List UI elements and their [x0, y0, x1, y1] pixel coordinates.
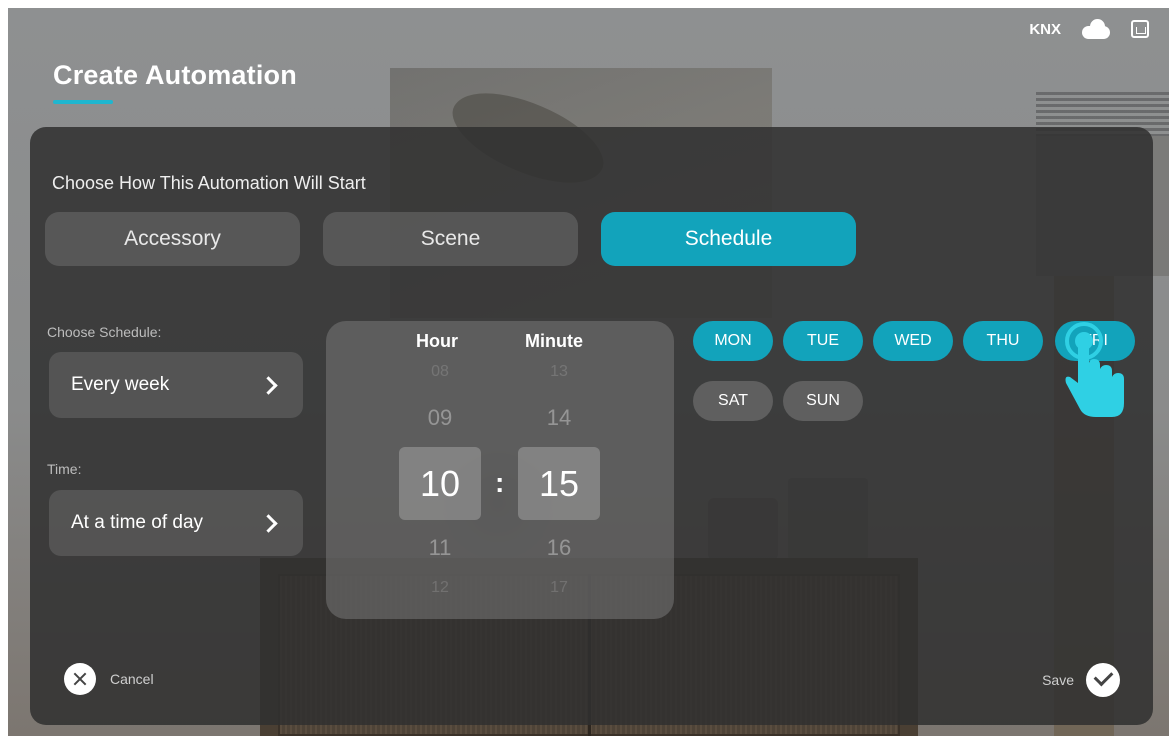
- time-separator: :: [495, 467, 505, 498]
- cancel-label: Cancel: [110, 671, 154, 687]
- day-mon[interactable]: MON: [693, 321, 773, 361]
- schedule-select[interactable]: Every week: [49, 352, 303, 418]
- schedule-label: Choose Schedule:: [47, 324, 162, 340]
- hour-option[interactable]: 12: [399, 579, 481, 597]
- time-select[interactable]: At a time of day: [49, 490, 303, 556]
- hour-selected[interactable]: 10: [399, 447, 481, 520]
- minute-option[interactable]: 14: [518, 405, 600, 431]
- minute-option[interactable]: 16: [518, 535, 600, 561]
- page-title: Create Automation: [53, 60, 297, 90]
- check-icon: [1086, 663, 1120, 697]
- hour-option[interactable]: 08: [399, 363, 481, 381]
- trigger-tabs: Accessory Scene Schedule: [45, 212, 856, 266]
- title-underline: [53, 100, 113, 104]
- schedule-value: Every week: [71, 374, 170, 395]
- hour-option[interactable]: 09: [399, 405, 481, 431]
- automation-panel: Choose How This Automation Will Start Ac…: [30, 127, 1153, 725]
- minute-option[interactable]: 17: [518, 579, 600, 597]
- day-sun[interactable]: SUN: [783, 381, 863, 421]
- cloud-icon: [1079, 18, 1113, 40]
- close-icon: [64, 663, 96, 695]
- chevron-right-icon: [259, 375, 278, 395]
- save-label: Save: [1042, 672, 1074, 688]
- tap-hand-icon: [1065, 322, 1124, 417]
- day-thu[interactable]: THU: [963, 321, 1043, 361]
- minute-header: Minute: [525, 331, 583, 351]
- time-value: At a time of day: [71, 512, 204, 533]
- chevron-right-icon: [259, 513, 278, 533]
- tab-scene[interactable]: Scene: [323, 212, 578, 266]
- tab-schedule[interactable]: Schedule: [601, 212, 856, 266]
- time-label: Time:: [47, 461, 82, 477]
- minute-option[interactable]: 13: [518, 363, 600, 381]
- day-tue[interactable]: TUE: [783, 321, 863, 361]
- status-bar: KNX: [1029, 18, 1149, 40]
- device-screen: KNX Create Automation Choose How This Au…: [8, 8, 1169, 736]
- save-button[interactable]: Save: [1042, 663, 1120, 697]
- day-wed[interactable]: WED: [873, 321, 953, 361]
- cancel-button[interactable]: Cancel: [64, 663, 154, 695]
- day-sat[interactable]: SAT: [693, 381, 773, 421]
- time-picker[interactable]: Hour Minute 08 09 10 11 12 : 13 14 15 16…: [326, 321, 674, 619]
- home-icon[interactable]: [1131, 20, 1149, 38]
- start-prompt: Choose How This Automation Will Start: [52, 173, 366, 193]
- protocol-label: KNX: [1029, 20, 1061, 38]
- minute-selected[interactable]: 15: [518, 447, 600, 520]
- hour-option[interactable]: 11: [399, 535, 481, 561]
- tab-accessory[interactable]: Accessory: [45, 212, 300, 266]
- hour-header: Hour: [416, 331, 458, 351]
